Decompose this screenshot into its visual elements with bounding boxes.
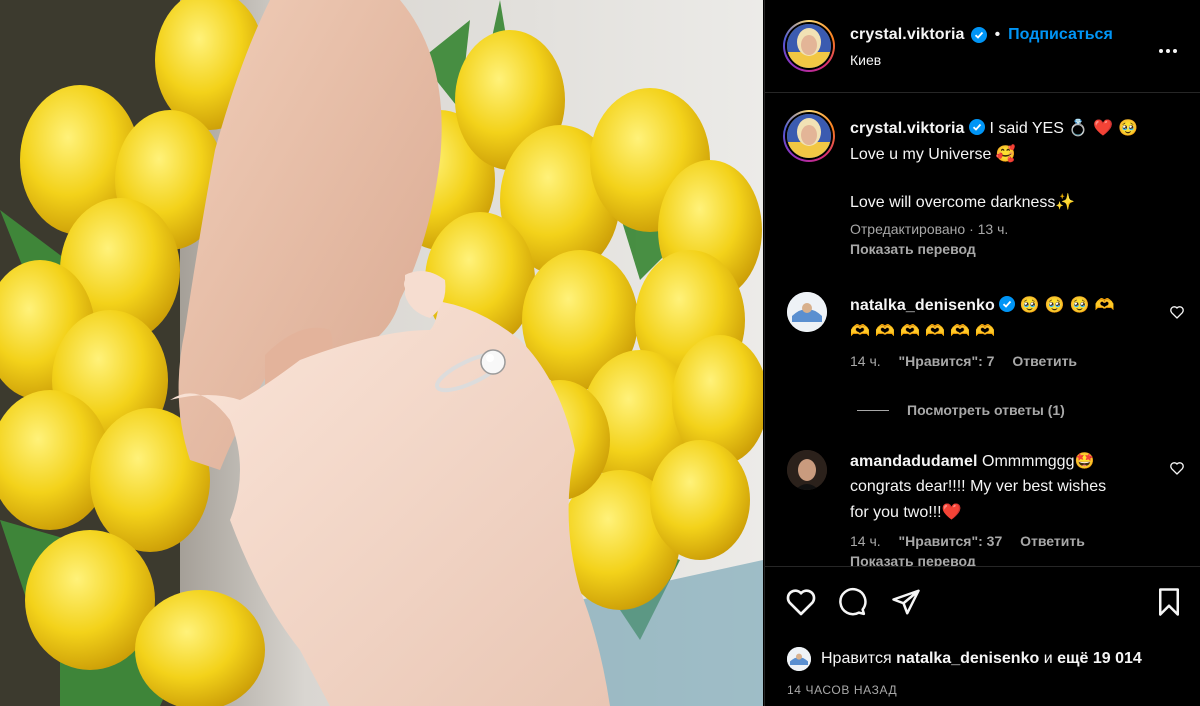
more-icon <box>1158 49 1163 53</box>
caption-username[interactable]: crystal.viktoria <box>850 120 965 137</box>
commenter-username[interactable]: natalka_denisenko <box>850 297 995 314</box>
post-location[interactable]: Киев <box>850 52 881 68</box>
comment-like-heart-icon[interactable] <box>1169 460 1185 476</box>
caption-line1: I said YES <box>989 120 1064 137</box>
comment-text: 🥹 🥹 🥹 🫶 <box>1019 295 1115 314</box>
comment-text-line3: for you two!!! <box>850 504 942 521</box>
avatar-image <box>787 450 827 490</box>
comment-time[interactable]: 14 ч. <box>850 533 881 549</box>
comment-likes[interactable]: "Нравится": 37 <box>899 533 1003 549</box>
replies-divider <box>857 409 889 411</box>
comment-time[interactable]: 14 ч. <box>850 353 881 369</box>
post-photo[interactable] <box>0 0 763 706</box>
follow-button[interactable]: Подписаться <box>1008 26 1113 44</box>
comment-emoji: 🤩 <box>1074 451 1095 470</box>
likes-prefix: Нравится <box>821 650 892 667</box>
caption-line3-emoji: ✨ <box>1055 192 1076 211</box>
view-replies-button[interactable]: Посмотреть ответы (1) <box>857 402 1065 418</box>
commenter-username[interactable]: amandadudamel <box>850 453 978 470</box>
more-options-button[interactable] <box>1157 40 1178 58</box>
show-translation-link[interactable]: Показать перевод <box>850 553 1160 566</box>
liker-username[interactable]: natalka_denisenko <box>896 650 1039 668</box>
commenter-avatar[interactable] <box>787 450 827 490</box>
post-image <box>0 0 763 706</box>
share-icon[interactable] <box>891 587 921 617</box>
caption-line3: Love will overcome darkness <box>850 194 1056 211</box>
avatar-image <box>787 647 811 671</box>
post-side-panel: crystal.viktoria • Подписаться Киев crys… <box>764 0 1200 706</box>
likes-count[interactable]: ещё 19 014 <box>1057 650 1142 668</box>
view-replies-label: Посмотреть ответы (1) <box>907 402 1065 418</box>
separator-dot: • <box>994 26 1001 43</box>
post-header: crystal.viktoria • Подписаться Киев <box>765 0 1200 93</box>
verified-icon <box>999 296 1016 312</box>
caption-line2-emoji: 🥰 <box>995 144 1016 163</box>
author-avatar[interactable] <box>783 20 835 72</box>
comment-likes[interactable]: "Нравится": 7 <box>899 353 995 369</box>
post-actions-section: Нравится natalka_denisenko и ещё 19 014 … <box>765 566 1200 706</box>
avatar-image <box>787 292 827 332</box>
comments-list[interactable]: crystal.viktoria I said YES 💍 ❤️ 🥹 Love … <box>765 94 1200 566</box>
comment-reply-button[interactable]: Ответить <box>1020 533 1085 549</box>
author-username[interactable]: crystal.viktoria <box>850 26 965 44</box>
caption-author-avatar[interactable] <box>783 110 835 162</box>
likes-conjunction: и <box>1043 650 1053 667</box>
comment-reply-button[interactable]: Ответить <box>1012 353 1077 369</box>
comment-item: amandadudamel Ommmmggg🤩 congrats dear!!!… <box>765 450 1200 566</box>
verified-icon <box>970 27 987 43</box>
caption-edited-meta: Отредактировано · 13 ч. <box>850 221 1009 237</box>
bookmark-icon[interactable] <box>1155 587 1183 617</box>
comment-text-line2: congrats dear!!!! My ver best wishes <box>850 478 1107 495</box>
avatar-image <box>787 24 831 68</box>
caption-line2: Love u my Universe <box>850 146 992 163</box>
liker-avatar[interactable] <box>787 647 811 671</box>
avatar-image <box>787 114 831 158</box>
commenter-avatar[interactable] <box>787 292 827 332</box>
comment-emoji: ❤️ <box>941 502 962 521</box>
post-timestamp[interactable]: 14 ЧАСОВ НАЗАД <box>787 683 897 697</box>
verified-icon <box>969 119 986 135</box>
caption-line1-emojis: 💍 ❤️ 🥹 <box>1068 118 1139 137</box>
show-translation-link[interactable]: Показать перевод <box>850 241 1180 257</box>
comment-item: natalka_denisenko 🥹 🥹 🥹 🫶 🫶 🫶 🫶 🫶 🫶 🫶 14… <box>765 290 1200 430</box>
comment-icon[interactable] <box>837 587 867 617</box>
likes-summary: Нравится natalka_denisenko и ещё 19 014 <box>787 647 1142 671</box>
heart-icon[interactable] <box>785 587 817 617</box>
comment-like-heart-icon[interactable] <box>1169 304 1185 320</box>
comment-text: Ommmmggg <box>982 453 1075 470</box>
comment-text-line2: 🫶 🫶 🫶 🫶 🫶 🫶 <box>850 321 995 340</box>
